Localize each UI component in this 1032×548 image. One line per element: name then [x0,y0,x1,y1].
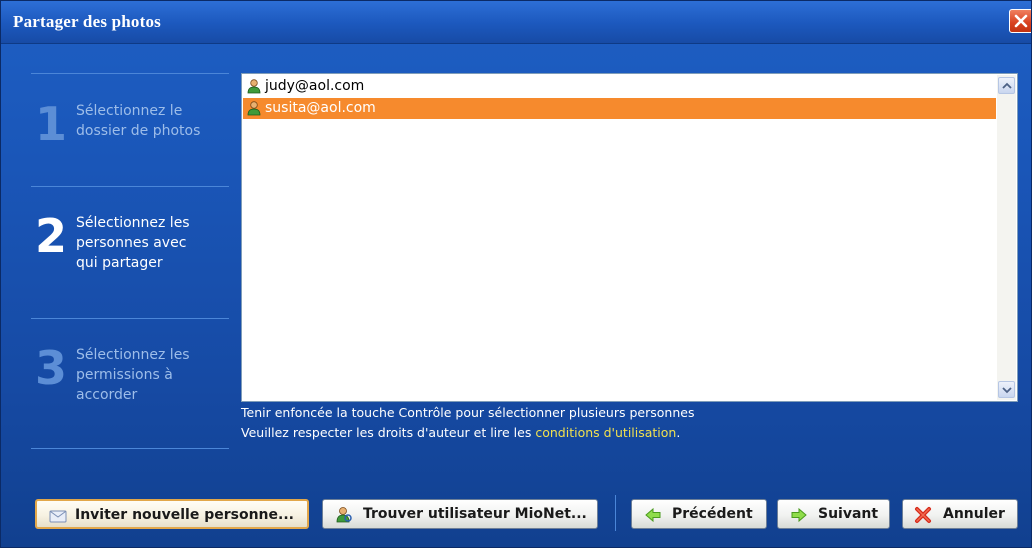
scroll-down-button[interactable] [998,381,1015,398]
step-divider [31,73,229,74]
contact-list[interactable]: judy@aol.com susita@aol.com [241,73,1018,402]
contact-email: susita@aol.com [265,100,376,116]
step-text: Sélectionnez les personnes avec qui part… [76,215,190,271]
find-mionet-user-button[interactable]: Trouver utilisateur MioNet... [322,499,598,529]
step-number: 1 [35,97,68,151]
close-button[interactable] [1009,9,1031,33]
step-divider [31,448,229,449]
user-icon [247,101,261,116]
arrow-left-icon [644,506,662,524]
step-divider [31,186,229,187]
red-x-icon [914,506,932,524]
envelope-icon [49,507,67,525]
user-icon [247,79,261,94]
step-3: 3 Sélectionnez les permissions à accorde… [31,345,229,445]
invite-new-person-button[interactable]: Inviter nouvelle personne... [35,499,309,529]
copyright-notice: Veuillez respecter les droits d'auteur e… [241,425,681,440]
cancel-button[interactable]: Annuler [902,499,1018,529]
user-search-icon [335,506,353,524]
window-title: Partager des photos [13,12,161,31]
step-2: 2 Sélectionnez les personnes avec qui pa… [31,213,229,313]
scroll-up-button[interactable] [998,77,1015,94]
title-bar: Partager des photos [1,1,1031,44]
step-number: 3 [35,341,68,395]
previous-button[interactable]: Précédent [631,499,767,529]
list-item[interactable]: susita@aol.com [243,98,996,119]
step-text: Sélectionnez les permissions à accorder [76,347,190,403]
step-number: 2 [35,209,68,263]
contact-email: judy@aol.com [265,78,365,94]
step-text: Sélectionnez le dossier de photos [76,103,201,139]
share-photos-dialog: Partager des photos 1 Sélectionnez le do… [0,0,1032,548]
vertical-scrollbar[interactable] [997,75,1016,400]
step-divider [31,318,229,319]
next-button[interactable]: Suivant [777,499,890,529]
arrow-right-icon [790,506,808,524]
list-item[interactable]: judy@aol.com [243,76,996,97]
terms-link[interactable]: conditions d'utilisation [535,425,676,440]
multi-select-hint: Tenir enfoncée la touche Contrôle pour s… [241,405,695,420]
button-divider [615,495,616,531]
